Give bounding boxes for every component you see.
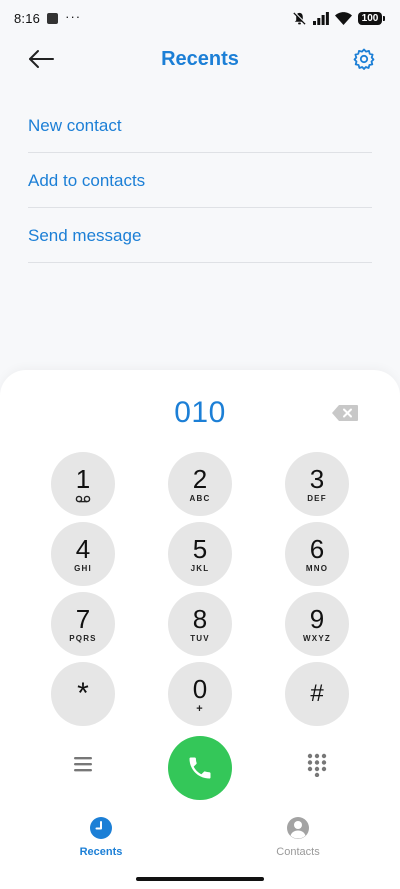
gear-icon <box>353 48 375 70</box>
key-digit: 0 <box>192 674 208 704</box>
key-letters: + <box>196 703 204 715</box>
settings-button[interactable] <box>352 47 376 71</box>
home-indicator[interactable] <box>136 877 264 881</box>
key-digit: 5 <box>192 534 208 564</box>
key-4[interactable]: 4 GHI <box>51 522 115 586</box>
key-letters: MNO <box>305 564 329 573</box>
key-letters: ABC <box>189 494 211 503</box>
key-digit: 4 <box>75 534 91 564</box>
clock-icon <box>90 817 112 839</box>
tab-contacts-label: Contacts <box>276 846 320 858</box>
status-time: 8:16 <box>14 10 41 26</box>
wifi-icon <box>335 11 352 25</box>
notification-app-icon <box>47 12 59 24</box>
tab-recents-label: Recents <box>79 846 123 858</box>
key-3[interactable]: 3 DEF <box>285 452 349 516</box>
key-digit: 6 <box>309 534 325 564</box>
key-digit: 1 <box>75 464 91 494</box>
key-letters: DEF <box>307 494 327 503</box>
key-7[interactable]: 7 PQRS <box>51 592 115 656</box>
backspace-button[interactable] <box>331 404 359 422</box>
key-letters: JKL <box>190 564 210 573</box>
key-digit: 2 <box>192 464 208 494</box>
dialpad-sheet: 010 1 2 ABC 3 DEF 4 GHI 5 JKL 6 MNO 7 PQ… <box>0 370 400 889</box>
key-symbol: * <box>77 677 89 710</box>
key-letters: GHI <box>74 564 92 573</box>
send-message-link[interactable]: Send message <box>28 208 372 263</box>
key-0[interactable]: 0 + <box>168 662 232 726</box>
status-right: 100 <box>292 11 385 26</box>
key-letters: WXYZ <box>303 634 331 643</box>
voicemail-icon <box>75 495 91 503</box>
backspace-icon <box>332 405 358 421</box>
tab-contacts[interactable]: Contacts <box>258 816 338 858</box>
key-2[interactable]: 2 ABC <box>168 452 232 516</box>
dialpad-icon <box>307 753 327 778</box>
more-notifications-indicator: ··· <box>65 8 82 24</box>
header: Recents <box>0 36 400 82</box>
back-button[interactable] <box>26 46 56 72</box>
key-digit: 7 <box>75 604 91 634</box>
key-9[interactable]: 9 WXYZ <box>285 592 349 656</box>
key-symbol: # <box>310 680 324 707</box>
number-display-row: 010 <box>0 392 400 436</box>
key-digit: 3 <box>309 464 325 494</box>
add-to-contacts-link[interactable]: Add to contacts <box>28 153 372 208</box>
key-star[interactable]: * <box>51 662 115 726</box>
key-6[interactable]: 6 MNO <box>285 522 349 586</box>
key-1[interactable]: 1 <box>51 452 115 516</box>
call-button[interactable] <box>168 736 232 800</box>
menu-button[interactable] <box>72 754 94 774</box>
phone-icon <box>189 757 211 779</box>
keypad-toggle-button[interactable] <box>305 753 329 778</box>
key-letters: PQRS <box>69 634 97 643</box>
new-contact-link[interactable]: New contact <box>28 98 372 153</box>
arrow-left-icon <box>29 50 54 68</box>
signal-icon <box>313 11 329 25</box>
tab-recents[interactable]: Recents <box>61 816 141 858</box>
status-bar: 8:16 ··· 100 <box>0 0 400 36</box>
key-8[interactable]: 8 TUV <box>168 592 232 656</box>
key-letters: TUV <box>190 634 210 643</box>
status-left: 8:16 ··· <box>14 8 82 26</box>
key-digit: 9 <box>309 604 325 634</box>
battery-indicator: 100 <box>358 11 385 25</box>
key-5[interactable]: 5 JKL <box>168 522 232 586</box>
key-hash[interactable]: # <box>285 662 349 726</box>
page-title: Recents <box>161 47 239 70</box>
person-icon <box>287 817 309 839</box>
menu-icon <box>74 757 92 772</box>
bell-muted-icon <box>293 11 307 25</box>
key-digit: 8 <box>192 604 208 634</box>
action-list: New contact Add to contacts Send message <box>28 98 372 263</box>
